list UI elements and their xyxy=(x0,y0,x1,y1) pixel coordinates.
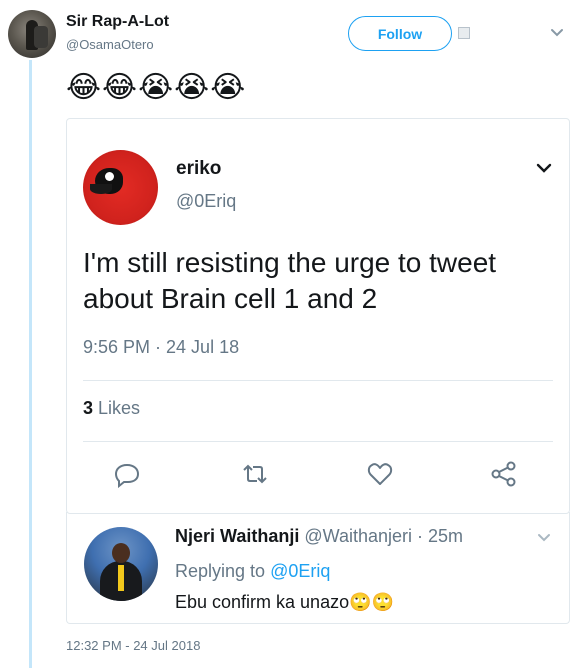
tweet-timestamp[interactable]: 12:32 PM - 24 Jul 2018 xyxy=(66,638,200,653)
reply-author-handle[interactable]: @Waithanjeri · 25m xyxy=(304,526,463,546)
reply-author-avatar[interactable] xyxy=(84,527,158,601)
quoted-author-handle[interactable]: @0Eriq xyxy=(176,191,236,212)
author-name[interactable]: Sir Rap-A-Lot xyxy=(66,13,169,31)
replying-to-handle[interactable]: @0Eriq xyxy=(270,561,330,581)
reply-author-name[interactable]: Njeri Waithanji xyxy=(175,526,299,546)
caret-down-icon[interactable] xyxy=(537,533,551,543)
divider xyxy=(83,441,553,442)
replying-to: Replying to @0Eriq xyxy=(175,561,330,582)
divider xyxy=(83,380,553,381)
likes-count[interactable]: 3 Likes xyxy=(83,398,140,419)
author-handle[interactable]: @OsamaOtero xyxy=(66,37,154,52)
quoted-tweet-text: I'm still resisting the urge to tweet ab… xyxy=(83,247,497,314)
quoted-author-name[interactable]: eriko xyxy=(176,158,221,180)
thread-line xyxy=(29,60,32,668)
caret-down-icon[interactable] xyxy=(550,27,564,39)
retweet-icon[interactable] xyxy=(241,460,269,488)
follow-button[interactable]: Follow xyxy=(348,16,452,51)
tweet-text: 😂😂😭😭😭 xyxy=(66,71,247,104)
caret-down-icon[interactable] xyxy=(536,162,552,174)
note-icon xyxy=(458,27,470,39)
quoted-author-avatar[interactable] xyxy=(83,150,158,225)
author-avatar[interactable] xyxy=(8,10,56,58)
reply-author-line[interactable]: Njeri Waithanji @Waithanjeri · 25m xyxy=(175,526,463,547)
likes-number: 3 xyxy=(83,398,94,418)
reply-text: Ebu confirm ka unazo🙄🙄 xyxy=(175,592,394,612)
like-icon[interactable] xyxy=(366,460,394,488)
quoted-tweet-time[interactable]: 9:56 PM · 24 Jul 18 xyxy=(83,337,239,358)
replying-to-label: Replying to xyxy=(175,561,266,581)
reply-icon[interactable] xyxy=(113,460,141,488)
likes-label: Likes xyxy=(98,398,141,418)
share-icon[interactable] xyxy=(490,460,518,488)
